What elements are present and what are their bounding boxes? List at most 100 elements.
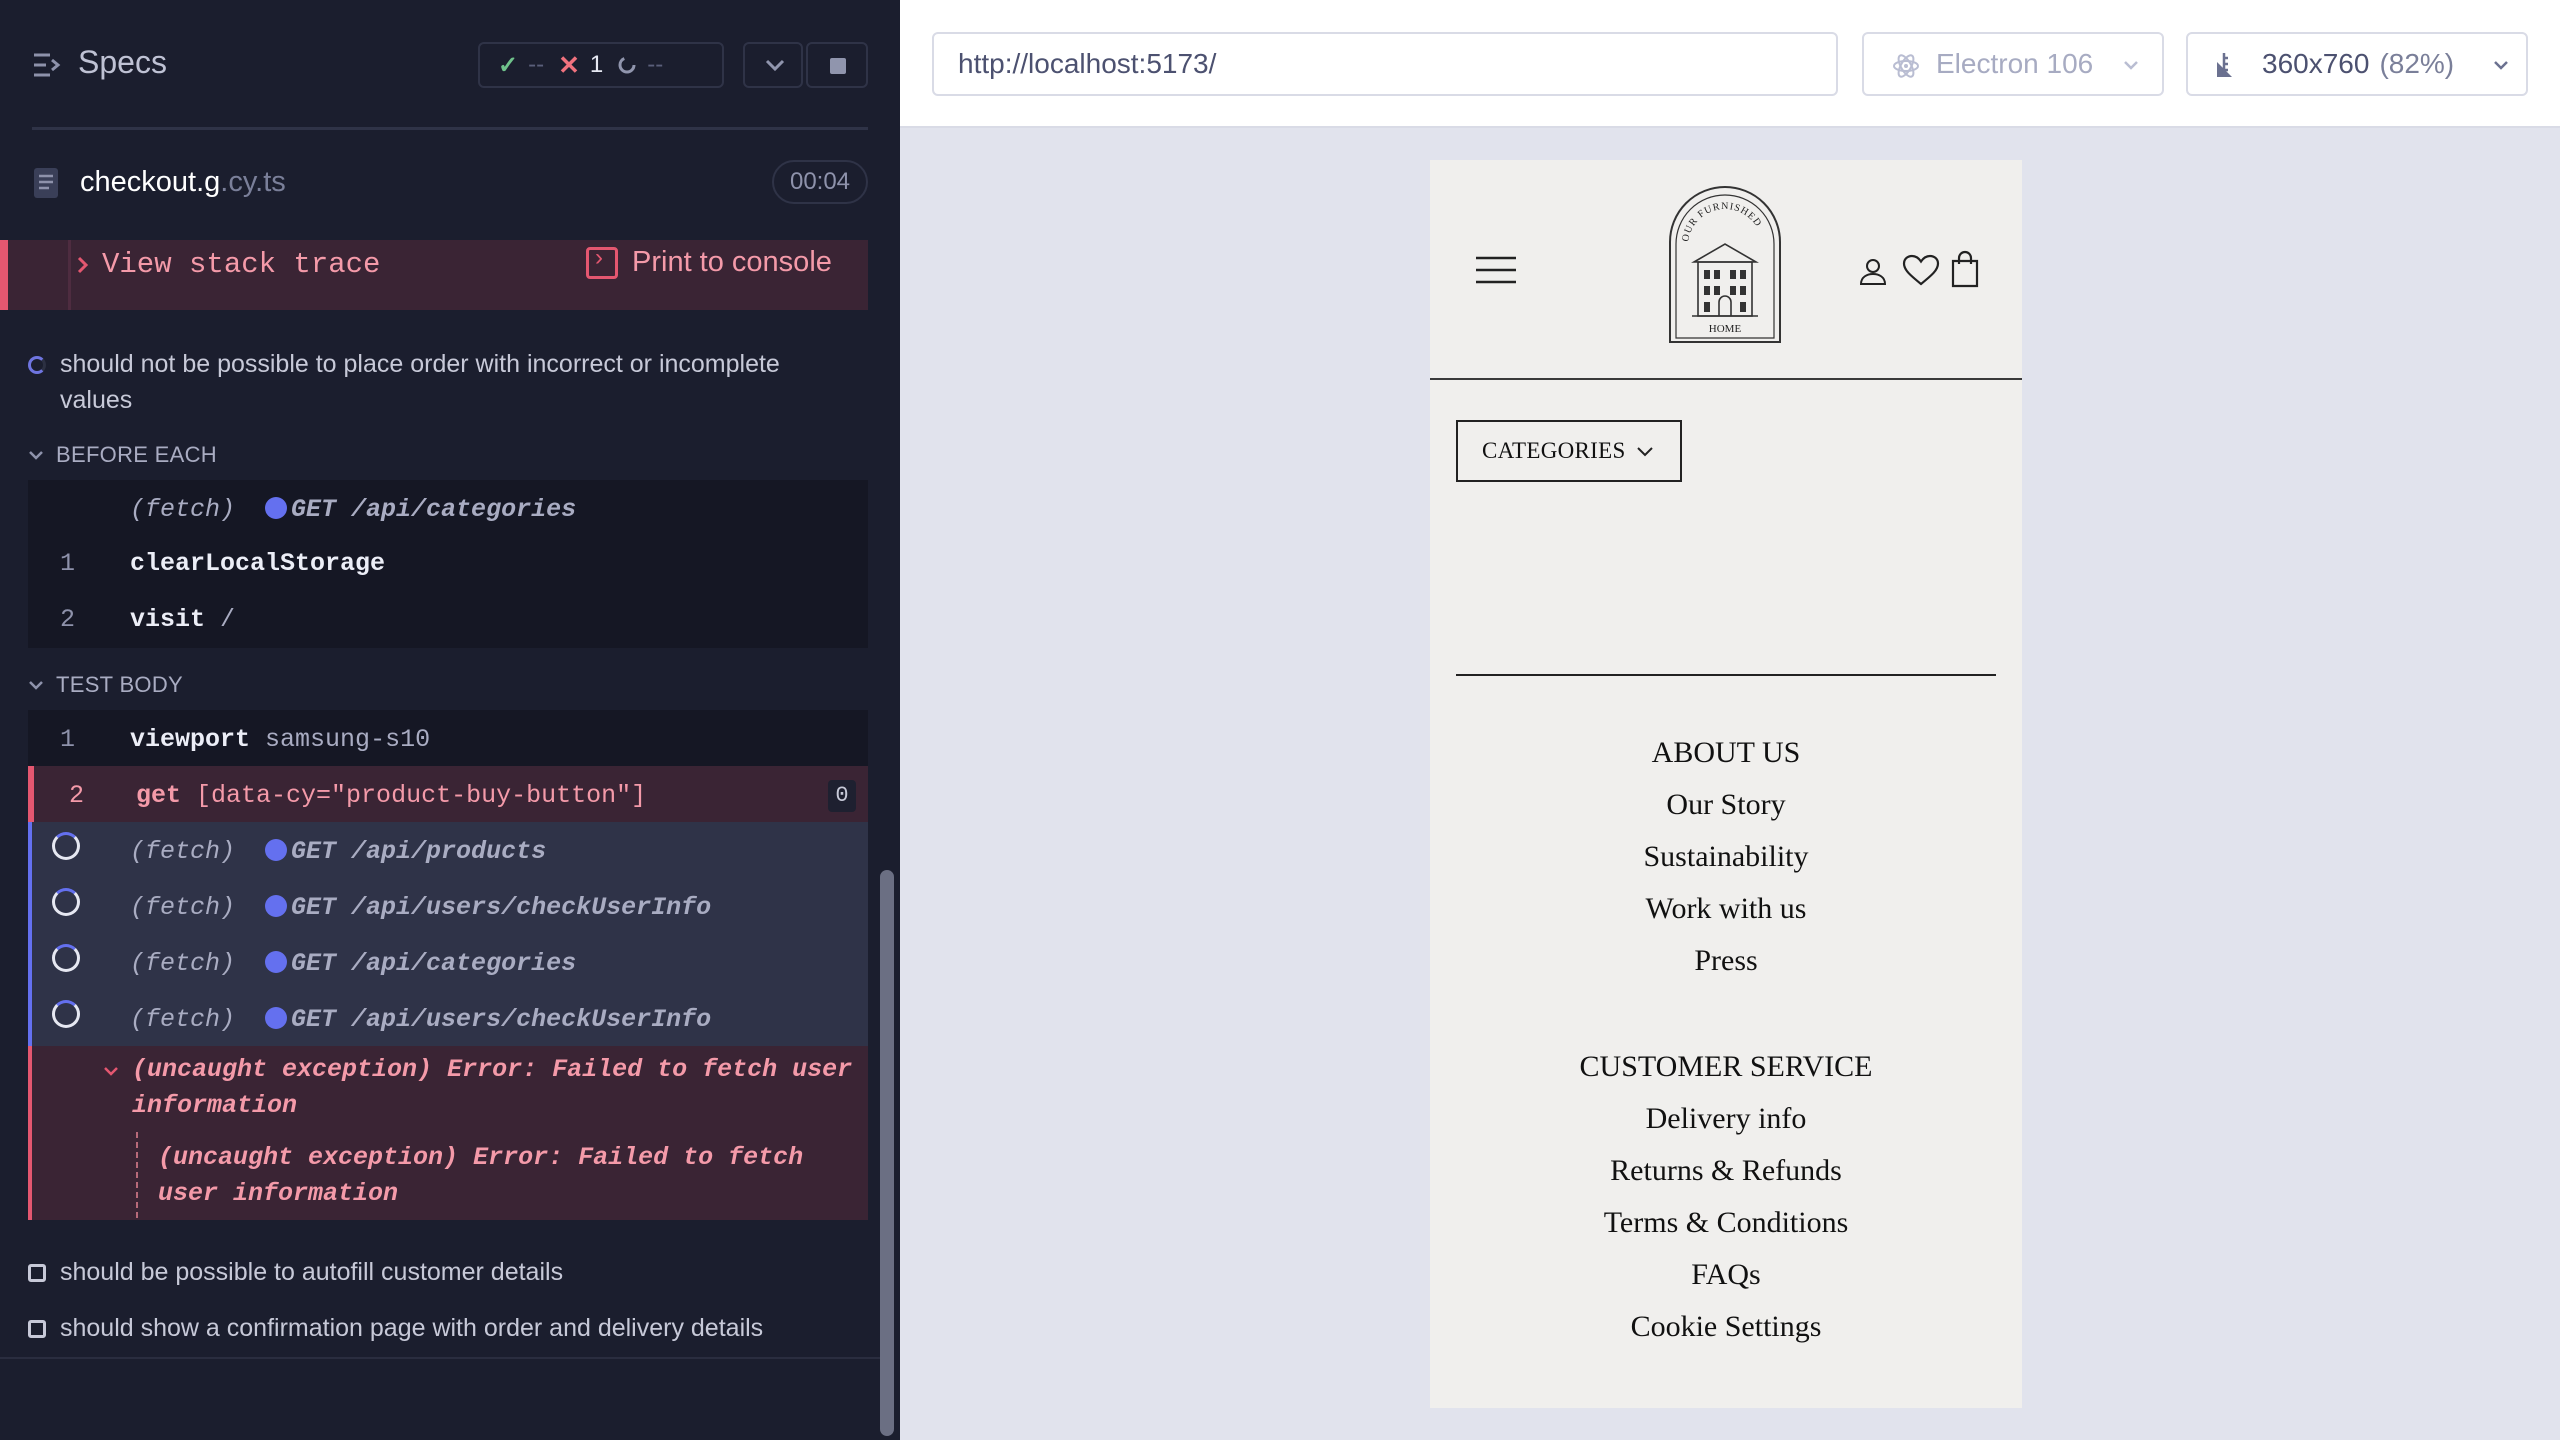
- command-row[interactable]: 2 visit /: [28, 590, 868, 646]
- fetch-command: (fetch) GET /api/users/checkUserInfo: [130, 1005, 711, 1034]
- command-message: [data-cy="product-buy-button"]: [196, 781, 647, 810]
- pending-test-item[interactable]: should be possible to autofill customer …: [28, 1258, 563, 1287]
- pending-command-row[interactable]: (fetch) GET /api/users/checkUserInfo: [28, 878, 868, 934]
- command-method: (fetch): [130, 949, 236, 978]
- command-message: /: [220, 605, 236, 634]
- ruler-icon: [2217, 53, 2232, 77]
- print-to-console-button[interactable]: Print to console: [586, 244, 832, 279]
- pending-test-item[interactable]: should show a confirmation page with ord…: [28, 1314, 763, 1343]
- hamburger-menu-icon[interactable]: [1476, 256, 1516, 284]
- command-name: get [data-cy="product-buy-button"]: [136, 781, 646, 810]
- command-row[interactable]: 1 clearLocalStorage: [28, 534, 868, 590]
- footer-link-faqs[interactable]: FAQs: [1430, 1258, 2022, 1292]
- command-url: GET /api/products: [291, 837, 547, 866]
- exception-inner-text-1: Error: Failed to fetch: [473, 1143, 804, 1172]
- specs-list-icon[interactable]: [32, 52, 62, 78]
- command-name-text: visit: [130, 605, 206, 634]
- footer-link-press[interactable]: Press: [1430, 944, 2022, 978]
- fetch-status-dot: [265, 497, 288, 519]
- reporter-panel: Specs ✓ -- ✕ 1 -- checkout.g.cy.ts 00:04…: [0, 0, 900, 1440]
- brand-logo[interactable]: OUR FURNISHED HOME: [1666, 184, 1784, 346]
- command-name-text: viewport: [130, 725, 251, 754]
- passed-stat: ✓ --: [498, 51, 544, 80]
- electron-icon: [1893, 54, 1919, 78]
- command-url: GET /api/categories: [291, 495, 577, 524]
- exception-label: (uncaught exception): [132, 1055, 433, 1084]
- chevron-down-icon: [2124, 61, 2138, 70]
- document-icon: [34, 168, 58, 198]
- uncaught-exception-block[interactable]: (uncaught exception) Error: Failed to fe…: [28, 1046, 868, 1220]
- expand-collapse-button[interactable]: [743, 42, 803, 88]
- stop-button[interactable]: [806, 42, 868, 88]
- command-row[interactable]: 1 viewport samsung-s10: [28, 710, 868, 766]
- passed-count: --: [528, 51, 545, 78]
- command-method: (fetch): [130, 495, 236, 524]
- wishlist-heart-icon[interactable]: [1902, 254, 1940, 286]
- user-account-icon[interactable]: [1858, 256, 1888, 286]
- pending-command-row[interactable]: (fetch) GET /api/categories: [28, 934, 868, 990]
- check-icon: ✓: [498, 51, 519, 79]
- footer-divider: [1456, 674, 1996, 676]
- exception-text-1: Error: Failed to fetch user: [447, 1055, 853, 1084]
- command-method: (fetch): [130, 837, 236, 866]
- browser-selector[interactable]: Electron 106: [1862, 32, 2164, 96]
- specs-title[interactable]: Specs: [78, 44, 167, 81]
- app-header: OUR FURNISHED HOME: [1430, 160, 2022, 380]
- aut-header: http://localhost:5173/ Electron 106 360x…: [900, 0, 2560, 128]
- error-guide: [68, 240, 71, 310]
- print-label: Print to console: [632, 246, 832, 278]
- spec-file-name[interactable]: checkout.g.cy.ts: [80, 166, 286, 199]
- pending-command-row[interactable]: (fetch) GET /api/users/checkUserInfo: [28, 990, 868, 1046]
- footer-link-work-with-us[interactable]: Work with us: [1430, 892, 2022, 926]
- pending-command-row[interactable]: (fetch) GET /api/products: [28, 822, 868, 878]
- chevron-down-icon: [29, 451, 43, 460]
- current-test-title[interactable]: should not be possible to place order wi…: [28, 346, 858, 418]
- stack-trace-label: View stack trace: [102, 248, 381, 281]
- command-method: (fetch): [130, 893, 236, 922]
- reporter-scrollbar[interactable]: [880, 870, 894, 1436]
- categories-dropdown[interactable]: CATEGORIES: [1456, 420, 1682, 482]
- footer-link-cookie-settings[interactable]: Cookie Settings: [1430, 1310, 2022, 1344]
- loading-spinner-icon: [52, 832, 80, 860]
- footer-link-sustainability[interactable]: Sustainability: [1430, 840, 2022, 874]
- fetch-command: (fetch) GET /api/products: [130, 837, 546, 866]
- pending-test-icon: [28, 1319, 46, 1338]
- url-field[interactable]: http://localhost:5173/: [932, 32, 1838, 96]
- loading-spinner-icon: [52, 1000, 80, 1028]
- loading-spinner-icon: [52, 944, 80, 972]
- file-name-ext: .cy.ts: [220, 166, 286, 198]
- command-number: 1: [60, 549, 76, 578]
- command-row[interactable]: (fetch) GET /api/categories: [28, 480, 868, 536]
- fetch-command: (fetch) GET /api/users/checkUserInfo: [130, 893, 711, 922]
- footer-link-terms-conditions[interactable]: Terms & Conditions: [1430, 1206, 2022, 1240]
- footer-link-returns-refunds[interactable]: Returns & Refunds: [1430, 1154, 2022, 1188]
- command-name: visit /: [130, 605, 235, 634]
- before-each-hook[interactable]: BEFORE EACH: [28, 442, 217, 468]
- pending-count: --: [647, 51, 664, 78]
- logo-text-bottom: HOME: [1709, 323, 1742, 335]
- fetch-status-dot: [265, 951, 288, 973]
- footer-link-our-story[interactable]: Our Story: [1430, 788, 2022, 822]
- command-number: 1: [60, 725, 76, 754]
- test-body-hook[interactable]: TEST BODY: [28, 672, 183, 698]
- viewport-selector[interactable]: 360x760 (82%): [2186, 32, 2528, 96]
- view-stack-trace-button[interactable]: View stack trace: [76, 248, 380, 281]
- footer-link-delivery-info[interactable]: Delivery info: [1430, 1102, 2022, 1136]
- pending-test-icon: [28, 1263, 46, 1282]
- shopping-bag-icon[interactable]: [1950, 250, 1980, 288]
- chevron-down-icon: [765, 59, 785, 72]
- before-each-commands: (fetch) GET /api/categories 1 clearLocalS…: [28, 480, 868, 648]
- pending-stat: --: [617, 51, 663, 79]
- chevron-down-icon: [104, 1067, 118, 1076]
- failed-command-row[interactable]: 2 get [data-cy="product-buy-button"] 0: [28, 766, 868, 822]
- list-end-divider: [0, 1357, 880, 1359]
- chevron-down-icon: [2494, 61, 2508, 70]
- command-url: GET /api/users/checkUserInfo: [291, 893, 712, 922]
- chevron-down-icon: [29, 681, 43, 690]
- reporter-header: Specs ✓ -- ✕ 1 --: [0, 0, 900, 130]
- command-name: viewport samsung-s10: [130, 725, 430, 754]
- command-number: 2: [60, 605, 76, 634]
- command-number: 2: [69, 781, 85, 810]
- fetch-status-dot: [265, 839, 288, 861]
- spec-file-row: checkout.g.cy.ts 00:04: [0, 150, 900, 216]
